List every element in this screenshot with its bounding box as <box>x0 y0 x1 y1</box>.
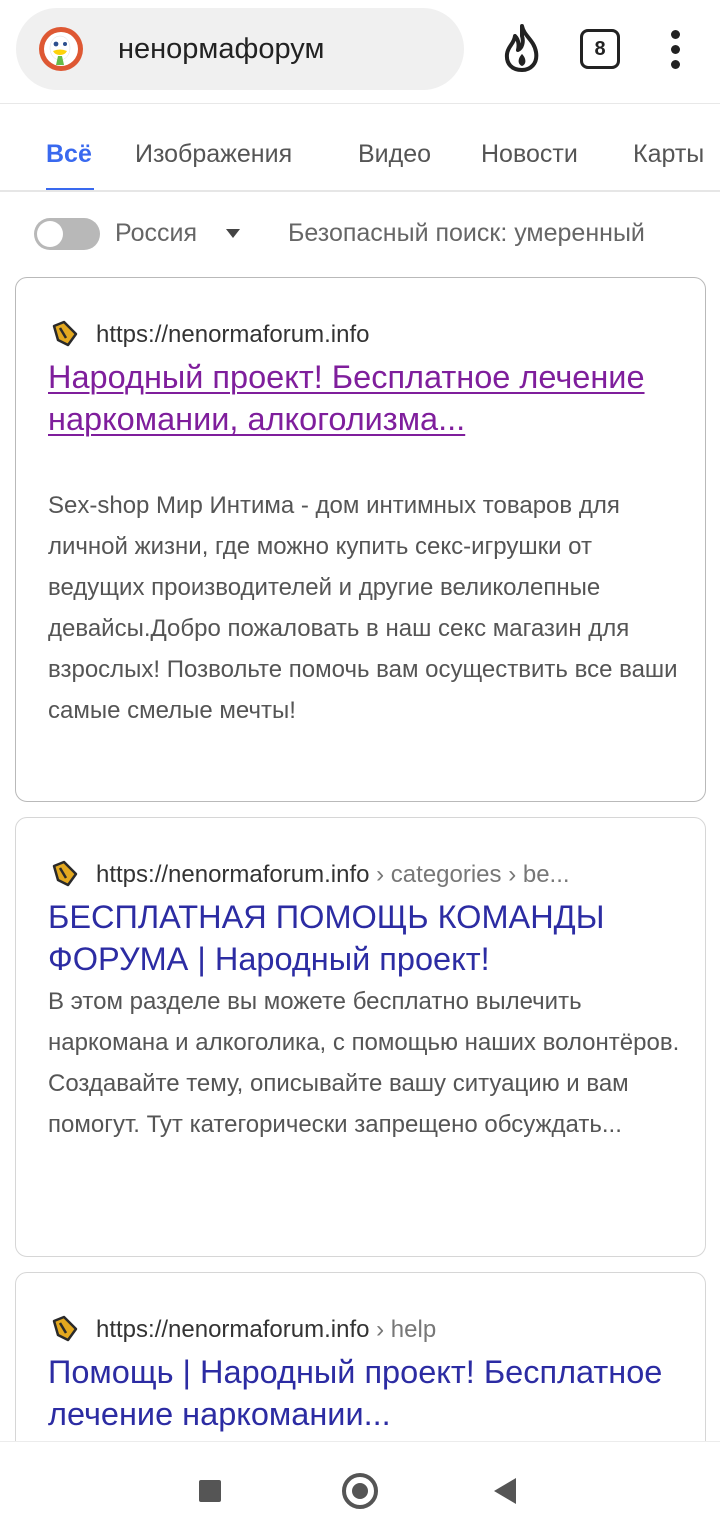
search-category-tabs: Всё Изображения Видео Новости Карты <box>0 104 720 192</box>
tab-video[interactable]: Видео <box>358 140 431 169</box>
search-input[interactable]: ненормафорум <box>118 8 324 90</box>
tab-all[interactable]: Всё <box>46 140 92 169</box>
home-circle-icon[interactable] <box>342 1473 378 1509</box>
result-url: https://nenormaforum.info <box>96 321 370 348</box>
region-toggle[interactable] <box>34 218 100 250</box>
system-nav-bar <box>0 1441 720 1537</box>
more-vert-icon[interactable] <box>666 28 686 72</box>
site-favicon <box>52 320 78 347</box>
region-select[interactable]: Россия <box>115 219 197 248</box>
result-url: https://nenormaforum.info › help <box>96 1316 437 1343</box>
result-url: https://nenormaforum.info › categories ›… <box>96 861 570 888</box>
tab-news[interactable]: Новости <box>481 140 578 169</box>
result-title-link[interactable]: БЕСПЛАТНАЯ ПОМОЩЬ КОМАНДЫ ФОРУМА | Народ… <box>48 896 688 980</box>
back-triangle-icon[interactable] <box>494 1478 516 1504</box>
toggle-knob <box>37 221 63 247</box>
search-result[interactable]: https://nenormaforum.info › categories ›… <box>15 817 706 1257</box>
tabs-icon[interactable]: 8 <box>580 29 620 69</box>
tab-maps[interactable]: Карты <box>633 140 704 169</box>
filter-row: Россия Безопасный поиск: умеренный <box>0 192 720 276</box>
result-snippet: Sex-shop Мир Интима - дом интимных товар… <box>48 492 678 724</box>
site-favicon <box>52 860 78 887</box>
duckduckgo-logo <box>39 27 83 71</box>
chevron-down-icon[interactable] <box>226 229 240 238</box>
tab-images[interactable]: Изображения <box>135 140 292 169</box>
top-bar: ненормафорум 8 <box>0 0 720 104</box>
search-result[interactable]: https://nenormaforum.info Народный проек… <box>15 277 706 802</box>
result-title-link[interactable]: Помощь | Народный проект! Бесплатное леч… <box>48 1351 688 1435</box>
result-snippet: В этом разделе вы можете бесплатно вылеч… <box>48 988 680 1138</box>
fire-icon[interactable] <box>500 24 544 72</box>
safe-search-select[interactable]: Безопасный поиск: умеренный <box>288 219 645 248</box>
site-favicon <box>52 1315 78 1342</box>
recents-square-icon[interactable] <box>199 1480 221 1502</box>
search-bar[interactable]: ненормафорум <box>16 8 464 90</box>
result-title-link[interactable]: Народный проект! Бесплатное лечение нарк… <box>48 356 688 440</box>
